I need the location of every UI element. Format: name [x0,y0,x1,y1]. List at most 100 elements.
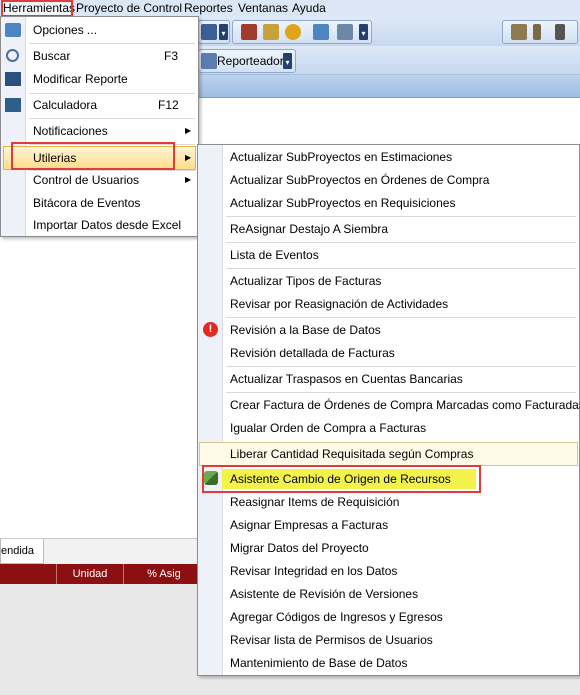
submenu-item[interactable]: Asistente de Revisión de Versiones [198,583,577,605]
calculator-icon [5,98,21,112]
submenu-item[interactable]: Actualizar SubProyectos en Órdenes de Co… [198,169,577,191]
submenu-item-label: Reasignar Items de Requisición [230,495,400,509]
menu-reportes[interactable]: Reportes [184,1,233,15]
utilerias-highlight-box [11,142,175,170]
menu-item-modificar-reporte[interactable]: Modificar Reporte [1,68,196,90]
menu-ayuda[interactable]: Ayuda [292,1,326,15]
submenu-item-label: Revisar Integridad en los Datos [230,564,398,578]
submenu-arrow-icon: ▶ [185,175,192,184]
submenu-item-label: Actualizar Traspasos en Cuentas Bancaria… [230,372,463,386]
submenu-item[interactable]: Asignar Empresas a Facturas [198,514,577,536]
submenu-item-label: Crear Factura de Órdenes de Compra Marca… [230,398,580,412]
menu-item-label: Modificar Reporte [33,72,128,86]
submenu-item-label: Actualizar SubProyectos en Órdenes de Co… [230,173,490,187]
submenu-item[interactable]: Lista de Eventos [198,244,577,266]
menu-item-buscar[interactable]: Buscar F3 [1,45,196,67]
menu-item-label: Opciones ... [33,23,98,37]
submenu-item[interactable]: Reasignar Items de Requisición [198,491,577,513]
submenu-item[interactable]: Revisar lista de Permisos de Usuarios [198,629,577,651]
toolbar-dropdown[interactable]: ▾ [359,24,368,40]
edit-icon[interactable] [263,24,279,40]
toolbar-dropdown[interactable]: ▾ [283,53,292,69]
toolbar-dropdown[interactable]: ▾ [219,24,228,40]
menu-separator [226,242,576,243]
submenu-item[interactable]: Actualizar Tipos de Facturas [198,270,577,292]
submenu-item[interactable]: Agregar Códigos de Ingresos y Egresos [198,606,577,628]
submenu-item-label: Asignar Empresas a Facturas [230,518,389,532]
coin-icon[interactable] [285,24,301,40]
document-icon[interactable] [241,24,257,40]
menu-item-opciones[interactable]: Opciones ... [1,19,196,41]
menu-proyecto-de-control[interactable]: Proyecto de Control [76,1,182,15]
tools-icon[interactable] [337,24,353,40]
submenu-item-label: Revisión detallada de Facturas [230,346,395,360]
submenu-item[interactable]: Actualizar SubProyectos en Requisiciones [198,192,577,214]
menu-bar: Herramientas Proyecto de Control Reporte… [0,0,580,16]
submenu-item[interactable]: Mantenimiento de Base de Datos [198,652,577,674]
submenu-item[interactable]: Igualar Orden de Compra a Facturas [198,417,577,439]
toolbar-group-a: ▾ [198,20,230,44]
menu-item-bitacora-de-eventos[interactable]: Bitácora de Eventos [1,192,196,214]
safe-icon[interactable] [511,24,527,40]
menu-separator [226,268,576,269]
herramientas-highlight-box [1,0,73,17]
menu-item-label: Bitácora de Eventos [33,196,141,210]
menu-item-label: Control de Usuarios [33,173,140,187]
menu-item-calculadora[interactable]: Calculadora F12 [1,94,196,116]
submenu-item-label: Actualizar SubProyectos en Requisiciones [230,196,456,210]
error-icon: ! [203,322,218,337]
submenu-item-label: Actualizar SubProyectos en Estimaciones [230,150,453,164]
menu-item-label: Calculadora [33,98,98,112]
submenu-item-label: Agregar Códigos de Ingresos y Egresos [230,610,443,624]
submenu-item[interactable]: Revisar Integridad en los Datos [198,560,577,582]
submenu-item[interactable]: Actualizar SubProyectos en Estimaciones [198,146,577,168]
grid-column-asig[interactable]: % Asig [124,564,205,584]
submenu-item[interactable]: Actualizar Traspasos en Cuentas Bancaria… [198,368,577,390]
menu-item-importar-datos-excel[interactable]: Importar Datos desde Excel [1,214,196,236]
menu-item-label: Notificaciones [33,124,108,138]
grid-column-unidad[interactable]: Unidad [57,564,124,584]
report-icon[interactable] [201,53,217,69]
report-icon [5,72,21,86]
menu-item-shortcut: F3 [164,49,179,63]
submenu-item[interactable]: Revisar por Reasignación de Actividades [198,293,577,315]
submenu-item-label: Mantenimiento de Base de Datos [230,656,408,670]
submenu-item[interactable]: Revisión detallada de Facturas [198,342,577,364]
submenu-item-liberar-cantidad[interactable]: Liberar Cantidad Requisitada según Compr… [199,442,578,466]
menu-separator [226,392,576,393]
briefcase-icon[interactable] [313,24,329,40]
submenu-item[interactable]: Migrar Datos del Proyecto [198,537,577,559]
door-icon[interactable] [555,24,565,40]
tab-pendiente[interactable]: endida [0,539,44,564]
bottle-icon[interactable] [533,24,541,40]
submenu-item[interactable]: Crear Factura de Órdenes de Compra Marca… [198,394,580,416]
options-icon [5,23,21,37]
menu-separator [226,216,576,217]
submenu-item-label: Lista de Eventos [230,248,319,262]
menu-separator [29,118,195,119]
submenu-arrow-icon: ▶ [185,153,192,162]
submenu-item-label: Asistente de Revisión de Versiones [230,587,419,601]
toolbar-group-b: ▾ [232,20,372,44]
menu-item-control-de-usuarios[interactable]: Control de Usuarios ▶ [1,169,196,191]
menu-item-label: Buscar [33,49,71,63]
submenu-item-label: Revisión a la Base de Datos [230,323,381,337]
submenu-arrow-icon: ▶ [185,126,192,135]
submenu-item[interactable]: ReAsignar Destajo A Siembra [198,218,577,240]
menu-item-notificaciones[interactable]: Notificaciones ▶ [1,120,196,142]
submenu-item-label: Igualar Orden de Compra a Facturas [230,421,427,435]
menu-item-label: Importar Datos desde Excel [33,218,182,232]
reporteador-group: Reporteador ▾ [198,49,296,73]
submenu-item[interactable]: ! Revisión a la Base de Datos [198,319,577,341]
submenu-item-label: Liberar Cantidad Requisitada según Compr… [230,447,474,461]
reporteador-label[interactable]: Reporteador [217,53,284,69]
asistente-highlight-box [202,465,481,493]
submenu-item-label: Actualizar Tipos de Facturas [230,274,382,288]
menu-ventanas[interactable]: Ventanas [238,1,288,15]
submenu-item-label: ReAsignar Destajo A Siembra [230,222,389,236]
list-icon[interactable] [201,24,217,40]
grid-column-blank [0,564,57,584]
menu-separator [226,317,576,318]
submenu-item-label: Revisar lista de Permisos de Usuarios [230,633,433,647]
toolbar-group-c [502,20,578,44]
